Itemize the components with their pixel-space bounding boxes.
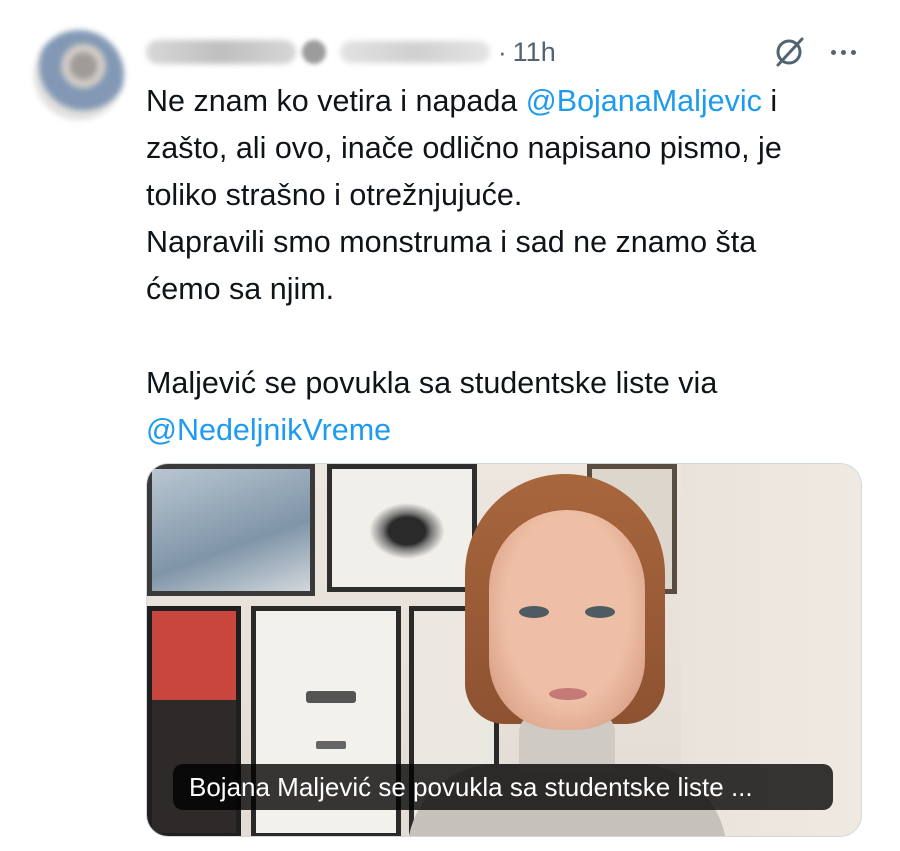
text-segment: i — [761, 84, 778, 118]
text-segment: Ne znam ko vetira i napada — [146, 84, 526, 118]
link-card-image[interactable]: Bojana Maljević se povukla sa studentske… — [146, 463, 862, 837]
blurred-display-name[interactable] — [146, 40, 296, 64]
grok-icon[interactable] — [769, 32, 809, 72]
tweet-text: Ne znam ko vetira i napada @BojanaMaljev… — [146, 78, 866, 454]
paragraph-break — [146, 313, 866, 360]
verified-badge-icon — [302, 40, 326, 64]
avatar[interactable] — [34, 30, 124, 120]
tweet-line: ćemo sa njim. — [146, 272, 335, 306]
tweet-line: Maljević se povukla sa studentske liste … — [146, 366, 718, 400]
tweet-line: zašto, ali ovo, inače odlično napisano p… — [146, 131, 782, 165]
tweet-line: @NedeljnikVreme — [146, 407, 866, 454]
framed-picture — [147, 464, 315, 596]
card-caption: Bojana Maljević se povukla sa studentske… — [173, 764, 833, 810]
tweet-line: toliko strašno i otrežnjujuće. — [146, 178, 523, 212]
separator-dot: · — [498, 36, 507, 67]
more-icon[interactable] — [827, 44, 860, 61]
mention-link[interactable]: @BojanaMaljevic — [526, 84, 762, 118]
tweet-header: · 11h — [146, 30, 860, 74]
tweet-line: Napravili smo monstruma i sad ne znamo š… — [146, 225, 757, 259]
tweet-line: Ne znam ko vetira i napada @BojanaMaljev… — [146, 78, 866, 125]
mention-link[interactable]: @NedeljnikVreme — [146, 413, 391, 447]
tweet-card[interactable]: · 11h Ne znam ko vetira i napada @Bojana… — [0, 0, 900, 851]
blurred-username[interactable] — [340, 41, 490, 63]
timestamp[interactable]: 11h — [513, 37, 556, 68]
